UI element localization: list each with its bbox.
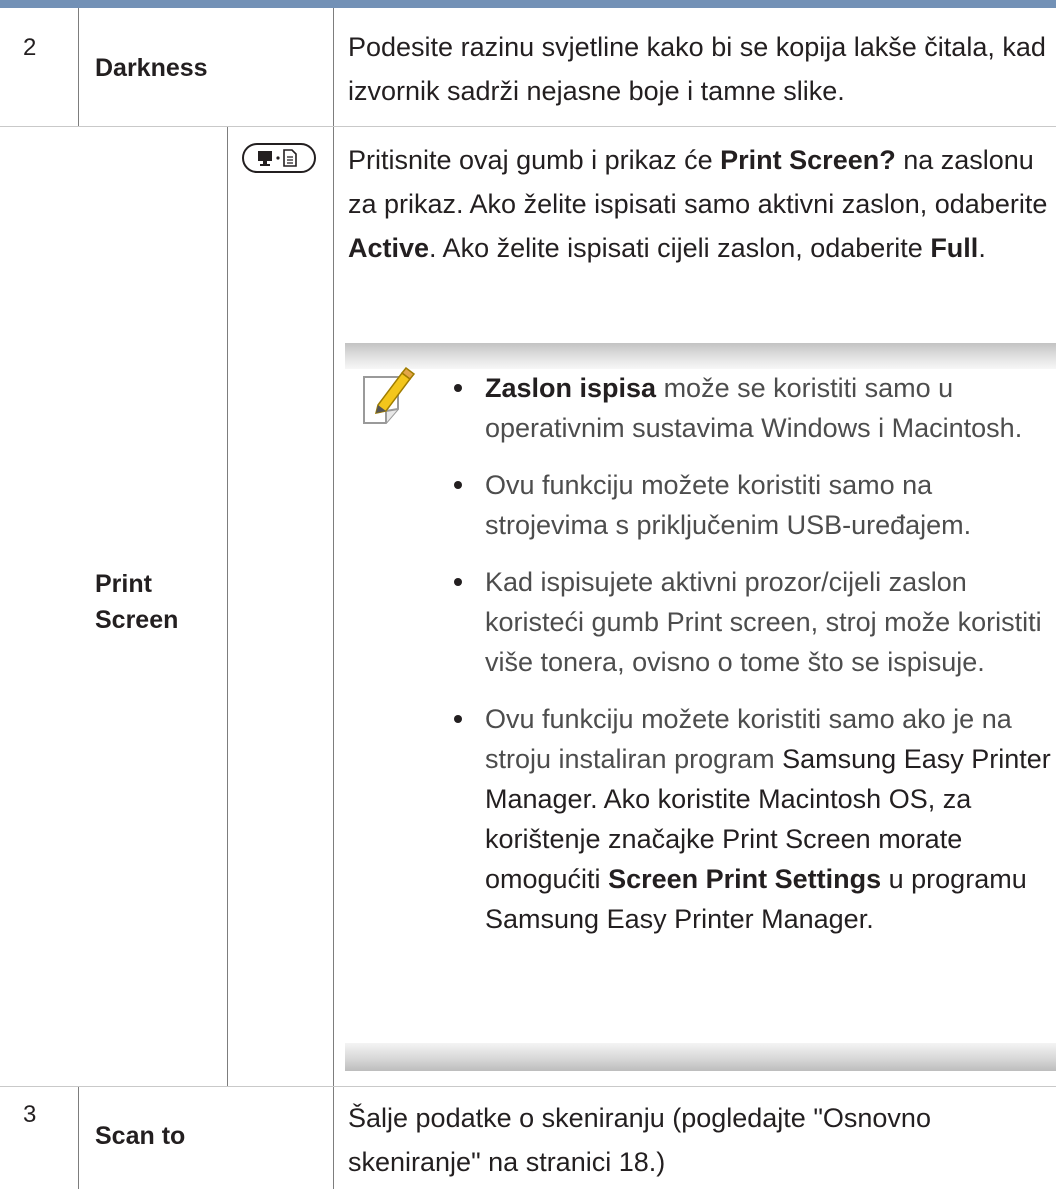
note-bullet: Ovu funkciju možete koristiti samo ako j… (454, 699, 1055, 939)
column-divider-number (78, 8, 79, 127)
column-divider-number (78, 1087, 79, 1189)
row-description-scan-to: Šalje podatke o skeniranju (pogledajte "… (348, 1103, 931, 1177)
note-top-bar (345, 343, 1056, 369)
row-label-scan-to: Scan to (95, 1122, 186, 1150)
note-bullet-list: Zaslon ispisa može se koristiti samo u o… (454, 368, 1055, 956)
column-divider-label (333, 8, 334, 1189)
row-number: 2 (23, 34, 37, 61)
note-bullet: Kad ispisujete aktivni prozor/cijeli zas… (454, 562, 1055, 682)
row-description-print-screen: Pritisnite ovaj gumb i prikaz će Print S… (348, 145, 1048, 263)
row-divider (0, 1086, 1056, 1087)
column-divider-icon (227, 127, 228, 1087)
row-number: 3 (23, 1101, 37, 1128)
note-bullet: Ovu funkciju možete koristiti samo na st… (454, 465, 1055, 545)
monitor-document-icon (258, 149, 297, 167)
row-label-print-screen: Print Screen (95, 570, 179, 634)
note-bottom-bar (345, 1043, 1056, 1071)
table-top-rule (0, 0, 1056, 8)
row-description-darkness: Podesite razinu svjetline kako bi se kop… (348, 32, 1046, 106)
print-screen-button-icon (242, 143, 316, 173)
manual-page: 2 Darkness Podesite razinu svjetline kak… (0, 0, 1056, 1189)
note-bullet: Zaslon ispisa može se koristiti samo u o… (454, 368, 1055, 448)
row-label-darkness: Darkness (95, 54, 208, 82)
note-pencil-icon (363, 367, 416, 424)
row-divider (0, 126, 1056, 127)
